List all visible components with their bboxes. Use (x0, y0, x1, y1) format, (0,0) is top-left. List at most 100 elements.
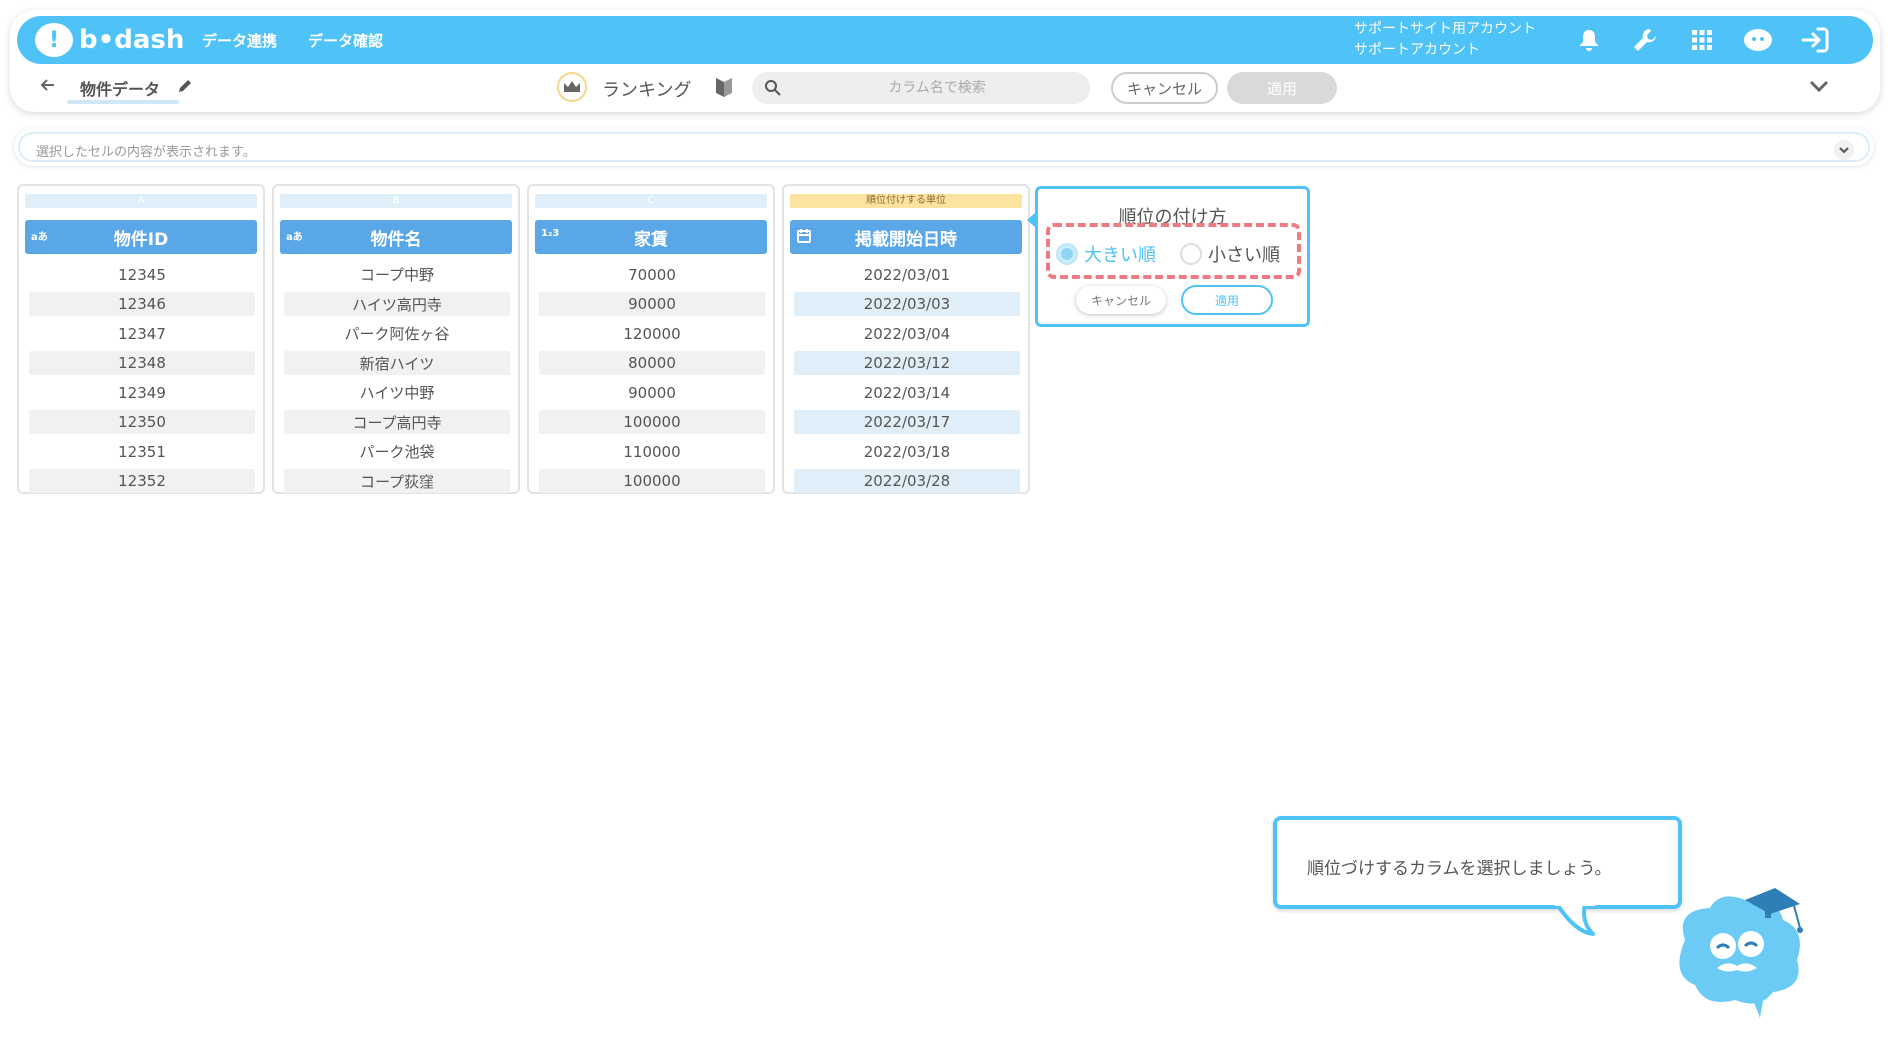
column-header-label: 物件名 (370, 229, 422, 250)
column-rows: 12345 12346 12347 12348 12349 12350 1235… (29, 260, 255, 496)
guide-speech-bubble: 順位づけするカラムを選択しましょう。 (1273, 816, 1682, 909)
mode-label: ランキング (602, 80, 692, 101)
popover-arrow (1027, 211, 1037, 229)
page-title[interactable]: 物件データ (80, 76, 160, 100)
bell-icon[interactable] (1573, 24, 1605, 56)
column-card-c[interactable]: C 1₂3 家賃 70000 90000 120000 80000 90000 … (527, 184, 775, 494)
column-search-box (752, 72, 1090, 104)
radio-selected-dot (1056, 243, 1078, 265)
mascot-help-icon[interactable] (1742, 24, 1774, 56)
back-arrow-icon[interactable] (39, 76, 59, 96)
table-cell[interactable]: 110000 (539, 437, 765, 467)
table-cell[interactable]: 2022/03/17 (794, 410, 1020, 435)
title-underline (67, 100, 179, 104)
logo-text: b•dash (79, 25, 185, 55)
ranking-unit-label: 順位付けする単位 (790, 194, 1022, 208)
column-header[interactable]: 掲載開始日時 (790, 220, 1022, 254)
table-cell[interactable]: 80000 (539, 351, 765, 376)
column-header[interactable]: 1₂3 家賃 (535, 220, 767, 254)
column-card-a[interactable]: A aあ 物件ID 12345 12346 12347 12348 12349 … (17, 184, 265, 494)
popover-cancel-button[interactable]: キャンセル (1076, 286, 1166, 314)
table-cell[interactable]: ハイツ高円寺 (284, 292, 510, 317)
table-cell[interactable]: ハイツ中野 (284, 378, 510, 408)
pencil-edit-icon[interactable] (177, 78, 193, 98)
radio-descending-label: 大きい順 (1084, 245, 1156, 266)
number-type-icon: 1₂3 (541, 228, 560, 239)
radio-empty-dot (1180, 243, 1202, 265)
wrench-icon[interactable] (1629, 24, 1661, 56)
logout-icon[interactable] (1799, 24, 1831, 56)
nav-data-integration[interactable]: データ連携 (202, 30, 277, 51)
table-cell[interactable]: 12350 (29, 410, 255, 435)
top-navigation-bar: ! b•dash データ連携 データ確認 サポートサイト用アカウント サポートア… (17, 16, 1873, 64)
column-header-label: 物件ID (113, 229, 169, 250)
cell-content-bar[interactable]: 選択したセルの内容が表示されます。 (14, 128, 1874, 166)
text-type-icon: aあ (31, 232, 48, 243)
cell-content-placeholder: 選択したセルの内容が表示されます。 (36, 145, 256, 160)
column-header-label: 家賃 (634, 229, 668, 250)
cell-content-field: 選択したセルの内容が表示されます。 (18, 132, 1870, 162)
table-cell[interactable]: 新宿ハイツ (284, 351, 510, 376)
chevron-down-icon[interactable] (1807, 74, 1831, 102)
account-site-name: サポートサイト用アカウント (1354, 21, 1536, 37)
column-letter: C (535, 194, 767, 208)
account-name: サポートアカウント (1354, 42, 1480, 58)
account-info[interactable]: サポートサイト用アカウント サポートアカウント (1354, 19, 1536, 61)
table-cell[interactable]: 2022/03/18 (794, 437, 1020, 467)
speech-bubble-tail (1555, 902, 1595, 936)
table-cell[interactable]: 100000 (539, 410, 765, 435)
calendar-icon (796, 228, 812, 247)
table-cell[interactable]: 12345 (29, 260, 255, 290)
column-card-b[interactable]: B aあ 物件名 コープ中野 ハイツ高円寺 パーク阿佐ヶ谷 新宿ハイツ ハイツ中… (272, 184, 520, 494)
sub-toolbar: 物件データ ランキング キャンセル 適用 (17, 68, 1873, 108)
column-letter: A (25, 194, 257, 208)
table-cell[interactable]: 100000 (539, 469, 765, 494)
popover-apply-button[interactable]: 適用 (1181, 285, 1273, 315)
bdash-logo[interactable]: ! b•dash (35, 22, 184, 58)
text-type-icon: aあ (286, 232, 303, 243)
table-cell[interactable]: 2022/03/04 (794, 319, 1020, 349)
table-cell[interactable]: 12349 (29, 378, 255, 408)
table-cell[interactable]: 12352 (29, 469, 255, 494)
beginner-mark-icon[interactable] (715, 76, 733, 102)
column-letter: B (280, 194, 512, 208)
table-cell[interactable]: 2022/03/12 (794, 351, 1020, 376)
radio-ascending[interactable]: 小さい順 (1180, 241, 1280, 267)
column-rows: 70000 90000 120000 80000 90000 100000 11… (539, 260, 765, 496)
search-icon (764, 79, 782, 101)
crown-icon (557, 72, 587, 102)
radio-descending[interactable]: 大きい順 (1056, 241, 1156, 267)
table-cell[interactable]: 90000 (539, 378, 765, 408)
logo-bubble-icon: ! (35, 23, 73, 57)
table-cell[interactable]: 70000 (539, 260, 765, 290)
column-rows: 2022/03/01 2022/03/03 2022/03/04 2022/03… (794, 260, 1020, 496)
column-rows: コープ中野 ハイツ高円寺 パーク阿佐ヶ谷 新宿ハイツ ハイツ中野 コープ高円寺 … (284, 260, 510, 496)
table-cell[interactable]: コープ荻窪 (284, 469, 510, 494)
radio-ascending-label: 小さい順 (1208, 245, 1280, 266)
highlight-dashed-box: 大きい順 小さい順 (1046, 223, 1301, 279)
column-header[interactable]: aあ 物件名 (280, 220, 512, 254)
table-cell[interactable]: 2022/03/01 (794, 260, 1020, 290)
table-cell[interactable]: 120000 (539, 319, 765, 349)
guide-message: 順位づけするカラムを選択しましょう。 (1307, 859, 1612, 879)
table-cell[interactable]: パーク池袋 (284, 437, 510, 467)
column-search-input[interactable] (792, 72, 1082, 104)
table-cell[interactable]: 12346 (29, 292, 255, 317)
table-cell[interactable]: パーク阿佐ヶ谷 (284, 319, 510, 349)
table-cell[interactable]: コープ中野 (284, 260, 510, 290)
column-card-d[interactable]: 順位付けする単位 掲載開始日時 2022/03/01 2022/03/03 20… (782, 184, 1030, 494)
table-cell[interactable]: 12351 (29, 437, 255, 467)
apps-grid-icon[interactable] (1686, 24, 1718, 56)
column-header[interactable]: aあ 物件ID (25, 220, 257, 254)
apply-button[interactable]: 適用 (1227, 72, 1337, 104)
table-cell[interactable]: 12347 (29, 319, 255, 349)
table-cell[interactable]: コープ高円寺 (284, 410, 510, 435)
table-cell[interactable]: 12348 (29, 351, 255, 376)
nav-data-check[interactable]: データ確認 (308, 30, 383, 51)
table-cell[interactable]: 90000 (539, 292, 765, 317)
expand-chevron-icon[interactable] (1834, 140, 1854, 160)
table-cell[interactable]: 2022/03/28 (794, 469, 1020, 494)
table-cell[interactable]: 2022/03/03 (794, 292, 1020, 317)
cancel-button[interactable]: キャンセル (1111, 72, 1218, 104)
table-cell[interactable]: 2022/03/14 (794, 378, 1020, 408)
